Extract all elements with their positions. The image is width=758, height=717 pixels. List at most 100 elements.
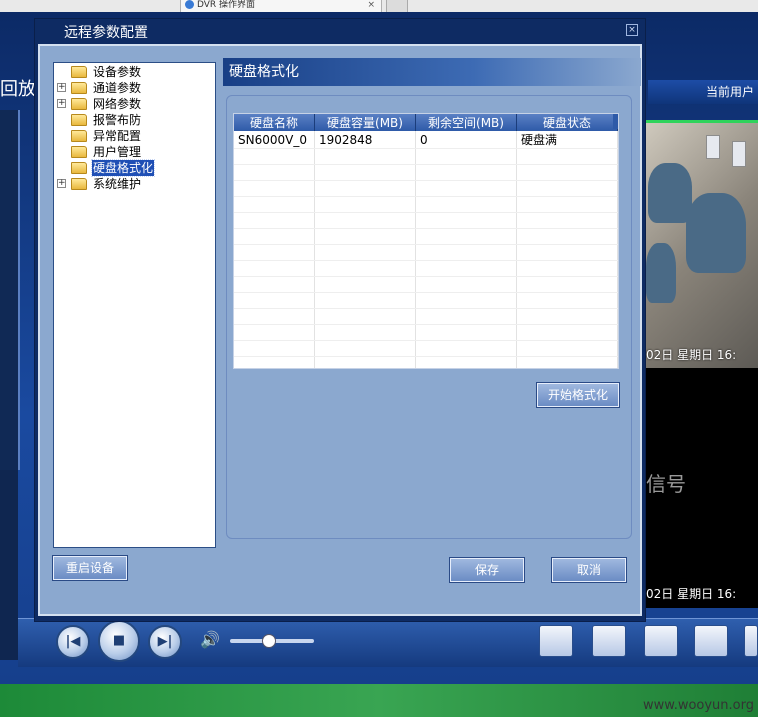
stop-record-icon[interactable] bbox=[592, 625, 626, 657]
watermark: www.wooyun.org bbox=[642, 698, 754, 713]
empty-table-row bbox=[234, 148, 618, 165]
new-tab-button[interactable] bbox=[386, 0, 408, 12]
empty-cell bbox=[234, 276, 315, 293]
empty-cell bbox=[516, 212, 618, 229]
empty-cell bbox=[415, 308, 517, 325]
empty-cell bbox=[234, 180, 315, 197]
fullscreen-icon[interactable] bbox=[744, 625, 758, 657]
folder-icon bbox=[71, 130, 87, 142]
tree-item-label: 系统维护 bbox=[93, 177, 142, 191]
empty-cell bbox=[314, 356, 416, 368]
folder-icon bbox=[71, 146, 87, 158]
empty-cell bbox=[314, 340, 416, 357]
empty-cell bbox=[314, 308, 416, 325]
empty-cell bbox=[516, 180, 618, 197]
empty-cell bbox=[314, 196, 416, 213]
empty-cell bbox=[234, 356, 315, 368]
video-channel-1[interactable]: 02日 星期日 16: bbox=[646, 120, 758, 372]
tab-close-icon[interactable]: × bbox=[367, 0, 375, 10]
tree-item-label: 报警布防 bbox=[93, 113, 142, 127]
tree-item-label: 硬盘格式化 bbox=[90, 159, 156, 177]
no-signal-text: 信号 bbox=[646, 472, 686, 496]
empty-cell bbox=[415, 180, 517, 197]
empty-table-row bbox=[234, 340, 618, 357]
empty-table-row bbox=[234, 308, 618, 325]
restart-device-button[interactable]: 重启设备 bbox=[52, 555, 128, 581]
video-window-shape bbox=[732, 141, 746, 167]
table-row[interactable]: SN6000V_0 1902848 0 硬盘满 bbox=[234, 131, 618, 149]
video-machine-shape bbox=[648, 163, 692, 223]
playback-tab[interactable]: 回放 bbox=[0, 76, 36, 104]
empty-cell bbox=[415, 340, 517, 357]
empty-cell bbox=[234, 164, 315, 181]
empty-cell bbox=[516, 260, 618, 277]
folder-icon bbox=[71, 98, 87, 110]
empty-cell bbox=[415, 212, 517, 229]
volume-slider-handle[interactable] bbox=[261, 634, 276, 648]
layout-grid-icon[interactable] bbox=[694, 625, 728, 657]
prev-button[interactable]: |◀ bbox=[56, 625, 90, 659]
folder-icon bbox=[71, 114, 87, 126]
expand-icon[interactable]: + bbox=[57, 99, 66, 108]
empty-table-row bbox=[234, 180, 618, 197]
empty-cell bbox=[415, 356, 517, 368]
volume-icon[interactable]: 🔊 bbox=[200, 630, 220, 649]
start-format-button[interactable]: 开始格式化 bbox=[536, 382, 620, 408]
expand-icon[interactable]: + bbox=[57, 179, 66, 188]
empty-cell bbox=[415, 196, 517, 213]
empty-cell bbox=[234, 212, 315, 229]
empty-cell bbox=[516, 292, 618, 309]
empty-cell bbox=[516, 276, 618, 293]
tree-item-label: 用户管理 bbox=[93, 145, 142, 159]
empty-table-row bbox=[234, 260, 618, 277]
disk-table: 硬盘名称 硬盘容量(MB) 剩余空间(MB) 硬盘状态 SN6000V_0 190284… bbox=[233, 113, 619, 369]
stop-button[interactable]: ■ bbox=[98, 620, 140, 662]
next-button[interactable]: ▶| bbox=[148, 625, 182, 659]
empty-table-row bbox=[234, 244, 618, 261]
column-header[interactable]: 硬盘名称 bbox=[234, 114, 315, 131]
empty-table-row bbox=[234, 212, 618, 229]
empty-cell bbox=[516, 148, 618, 165]
empty-cell bbox=[314, 164, 416, 181]
video-channel-2[interactable]: 信号 02日 星期日 16: bbox=[646, 368, 758, 608]
snapshot-icon[interactable] bbox=[644, 625, 678, 657]
empty-cell bbox=[314, 212, 416, 229]
column-header[interactable]: 剩余空间(MB) bbox=[415, 114, 517, 131]
empty-cell bbox=[516, 356, 618, 368]
close-icon[interactable]: × bbox=[626, 24, 638, 36]
video-window-shape bbox=[706, 135, 720, 159]
empty-cell bbox=[314, 260, 416, 277]
empty-table-row bbox=[234, 356, 618, 368]
column-header[interactable]: 硬盘容量(MB) bbox=[314, 114, 416, 131]
empty-cell bbox=[234, 260, 315, 277]
column-header[interactable]: 硬盘状态 bbox=[516, 114, 618, 131]
record-camera-icon[interactable] bbox=[539, 625, 573, 657]
config-tree: 设备参数 + 通道参数 + 网络参数 报警布防 异常配置 用户管理 硬盘格式化 + 系统维护 bbox=[53, 62, 216, 548]
table-header-row: 硬盘名称 硬盘容量(MB) 剩余空间(MB) 硬盘状态 bbox=[234, 114, 618, 131]
dialog-title: 远程参数配置 bbox=[64, 25, 148, 41]
video-machine-shape bbox=[686, 193, 746, 273]
cancel-button[interactable]: 取消 bbox=[551, 557, 627, 583]
empty-cell bbox=[234, 228, 315, 245]
empty-cell bbox=[234, 340, 315, 357]
table-scrollbar[interactable] bbox=[613, 114, 618, 129]
empty-cell bbox=[234, 292, 315, 309]
tree-item-label: 网络参数 bbox=[93, 97, 142, 111]
empty-table-row bbox=[234, 292, 618, 309]
save-button[interactable]: 保存 bbox=[449, 557, 525, 583]
empty-cell bbox=[415, 260, 517, 277]
ie-icon bbox=[185, 0, 194, 9]
empty-cell bbox=[314, 244, 416, 261]
empty-cell bbox=[415, 324, 517, 341]
current-user-label: 当前用户 bbox=[648, 80, 758, 104]
empty-cell bbox=[234, 196, 315, 213]
empty-cell bbox=[415, 292, 517, 309]
empty-table-row bbox=[234, 228, 618, 245]
empty-cell bbox=[415, 148, 517, 165]
empty-table-row bbox=[234, 196, 618, 213]
empty-cell bbox=[314, 228, 416, 245]
expand-icon[interactable]: + bbox=[57, 83, 66, 92]
empty-cell bbox=[234, 324, 315, 341]
empty-cell bbox=[516, 340, 618, 357]
tree-item-label: 异常配置 bbox=[93, 129, 142, 143]
